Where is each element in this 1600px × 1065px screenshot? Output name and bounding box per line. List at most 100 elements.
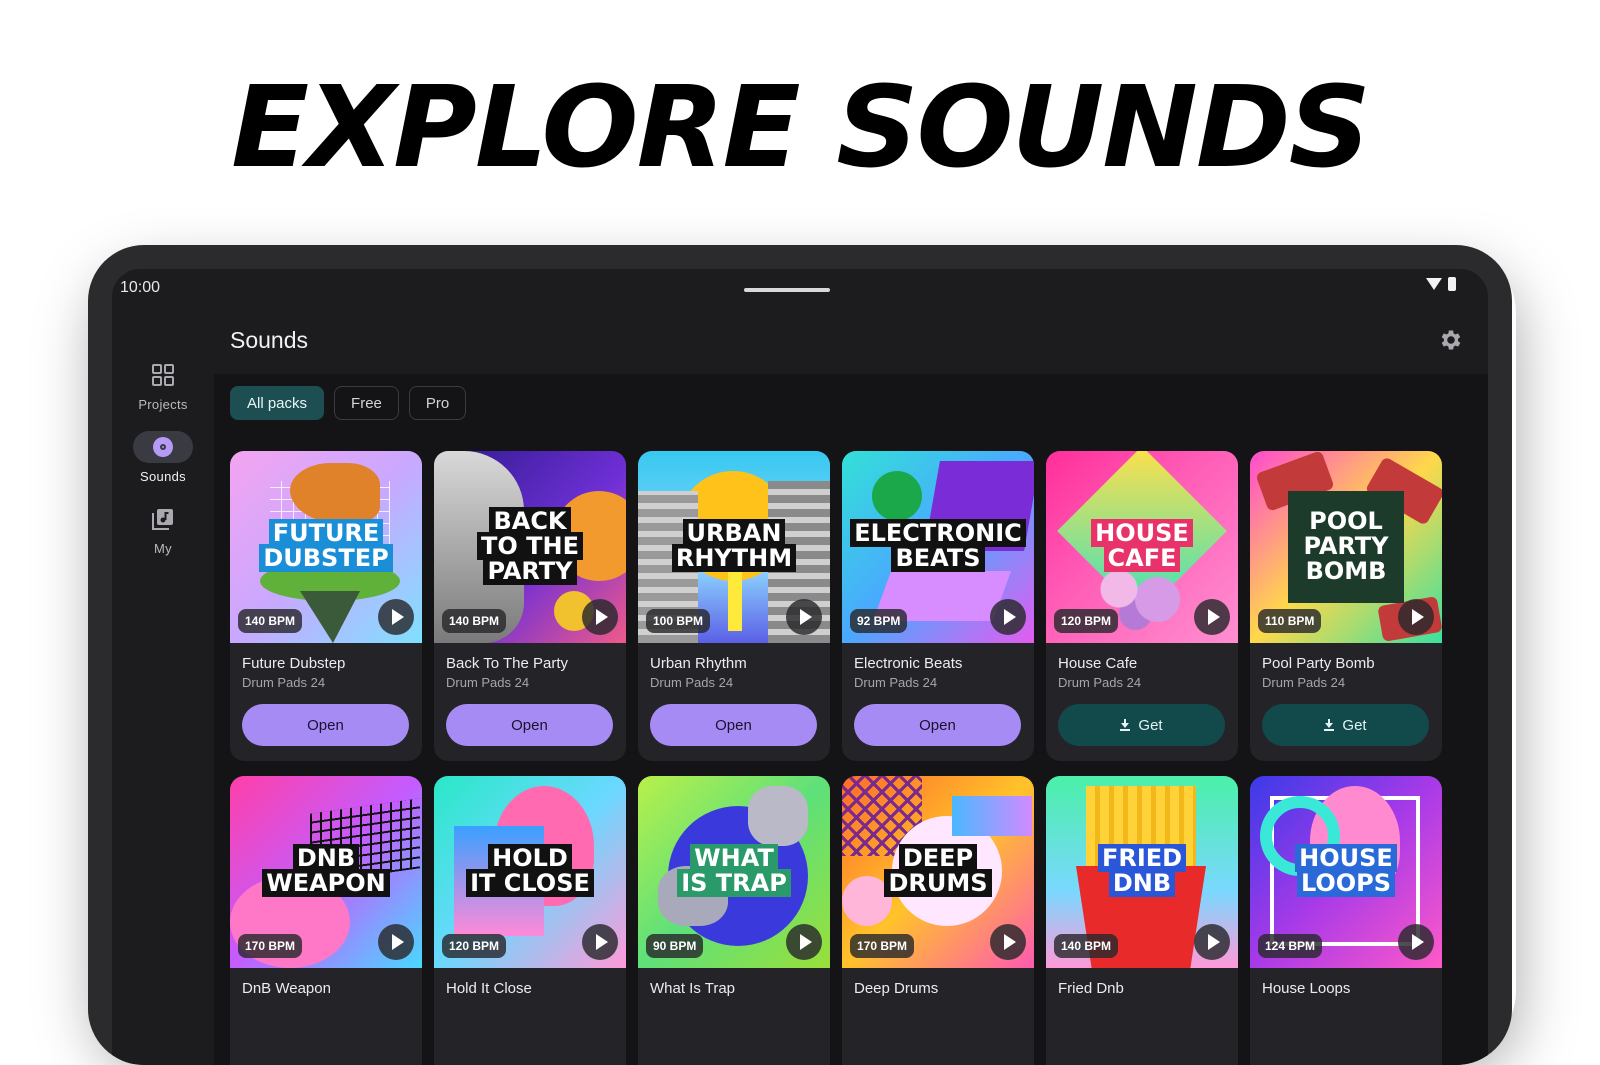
download-icon [1120,719,1131,731]
pack-name: Future Dubstep [242,655,346,672]
open-button[interactable]: Open [446,704,613,746]
bpm-badge: 110 BPM [1258,609,1322,633]
get-button[interactable]: Get [1262,704,1429,746]
status-icons [1426,277,1456,291]
play-button[interactable] [582,599,618,635]
pack-card[interactable]: BACK TO THE PARTY 140 BPM Back To The Part… [434,451,626,761]
pack-cover-title: DNB WEAPON [230,844,422,897]
play-button[interactable] [378,599,414,635]
pack-subtitle: Drum Pads 24 [854,675,938,690]
pack-name: Fried Dnb [1058,980,1124,997]
play-button[interactable] [786,599,822,635]
nav-item-my[interactable]: My [112,503,214,556]
nav-label-sounds: Sounds [140,469,186,484]
pack-subtitle: Drum Pads 24 [242,675,326,690]
pack-cover: HOLD IT CLOSE 120 BPM [434,776,626,968]
open-button-label: Open [919,716,956,734]
nav-item-projects[interactable]: Projects [112,359,214,412]
open-button-label: Open [715,716,752,734]
pack-card[interactable]: HOUSE CAFE 120 BPM House Cafe Drum Pads 2… [1046,451,1238,761]
drag-handle[interactable] [744,288,830,292]
pack-card[interactable]: ELECTRONIC BEATS 92 BPM Electronic Beats … [842,451,1034,761]
filter-chips: All packs Free Pro [230,386,467,420]
pack-cover: FRIED DNB 140 BPM [1046,776,1238,968]
pack-cover-title: HOUSE CAFE [1046,519,1238,572]
open-button[interactable]: Open [854,704,1021,746]
play-button[interactable] [990,924,1026,960]
vinyl-icon [133,431,193,463]
open-button[interactable]: Open [242,704,409,746]
pack-cover: HOUSE CAFE 120 BPM [1046,451,1238,643]
pack-cover-title: HOLD IT CLOSE [434,844,626,897]
pack-cover-title: URBAN RHYTHM [638,519,830,572]
play-button[interactable] [582,924,618,960]
download-icon [1324,719,1335,731]
pack-cover: BACK TO THE PARTY 140 BPM [434,451,626,643]
pack-subtitle: Drum Pads 24 [446,675,530,690]
bpm-badge: 170 BPM [850,934,915,958]
pack-subtitle: Drum Pads 24 [1262,675,1346,690]
get-button-label: Get [1342,716,1367,734]
get-button[interactable]: Get [1058,704,1225,746]
play-button[interactable] [1194,599,1230,635]
pack-card[interactable]: FUTURE DUBSTEP 140 BPM Future Dubstep Dru… [230,451,422,761]
open-button[interactable]: Open [650,704,817,746]
pack-name: DnB Weapon [242,980,331,997]
pack-name: Urban Rhythm [650,655,747,672]
play-icon [1207,609,1220,625]
pack-cover: DNB WEAPON 170 BPM [230,776,422,968]
bpm-badge: 170 BPM [238,934,303,958]
pack-name: House Loops [1262,980,1351,997]
bpm-badge: 120 BPM [442,934,507,958]
bpm-badge: 140 BPM [238,609,303,633]
pack-cover-title: FRIED DNB [1046,844,1238,897]
play-button[interactable] [378,924,414,960]
pack-subtitle: Drum Pads 24 [650,675,734,690]
bpm-badge: 140 BPM [442,609,507,633]
chip-free[interactable]: Free [334,386,399,420]
pack-cover: HOUSE LOOPS 124 BPM [1250,776,1442,968]
play-icon [1003,609,1016,625]
pack-card[interactable]: FRIED DNB 140 BPM Fried Dnb [1046,776,1238,1065]
bpm-badge: 124 BPM [1258,934,1323,958]
nav-item-sounds[interactable]: Sounds [112,431,214,484]
play-icon [799,934,812,950]
pack-cover: ELECTRONIC BEATS 92 BPM [842,451,1034,643]
play-icon [391,934,404,950]
pack-cover-title: DEEP DRUMS [842,844,1034,897]
pack-card[interactable]: HOUSE LOOPS 124 BPM House Loops [1250,776,1442,1065]
open-button-label: Open [511,716,548,734]
pack-card[interactable]: DNB WEAPON 170 BPM DnB Weapon [230,776,422,1065]
chip-all-packs[interactable]: All packs [230,386,325,420]
pack-cover-title: BACK TO THE PARTY [434,507,626,585]
music-library-icon [133,503,193,535]
play-button[interactable] [990,599,1026,635]
play-icon [1411,934,1424,950]
pack-name: Hold It Close [446,980,532,997]
pack-card[interactable]: DEEP DRUMS 170 BPM Deep Drums [842,776,1034,1065]
play-button[interactable] [1194,924,1230,960]
pack-name: Deep Drums [854,980,939,997]
pack-cover-title: WHAT IS TRAP [638,844,830,897]
pack-card[interactable]: HOLD IT CLOSE 120 BPM Hold It Close [434,776,626,1065]
pack-cover: DEEP DRUMS 170 BPM [842,776,1034,968]
play-button[interactable] [1398,599,1434,635]
gear-icon[interactable] [1438,327,1464,353]
pack-card[interactable]: URBAN RHYTHM 100 BPM Urban Rhythm Drum Pa… [638,451,830,761]
play-icon [1207,934,1220,950]
play-icon [595,934,608,950]
pack-cover-title: POOL PARTY BOMB [1250,507,1442,585]
nav-label-my: My [154,541,172,556]
battery-icon [1448,277,1456,291]
pack-card[interactable]: WHAT IS TRAP 90 BPM What Is Trap [638,776,830,1065]
pack-cover: FUTURE DUBSTEP 140 BPM [230,451,422,643]
chip-pro[interactable]: Pro [408,386,467,420]
play-icon [1003,934,1016,950]
play-button[interactable] [1398,924,1434,960]
open-button-label: Open [307,716,344,734]
play-button[interactable] [786,924,822,960]
pack-card[interactable]: POOL PARTY BOMB 110 BPM Pool Party Bomb Dr… [1250,451,1442,761]
promo-headline: EXPLORE SOUNDS [231,63,1371,193]
pack-name: What Is Trap [650,980,736,997]
bpm-badge: 90 BPM [646,934,704,958]
